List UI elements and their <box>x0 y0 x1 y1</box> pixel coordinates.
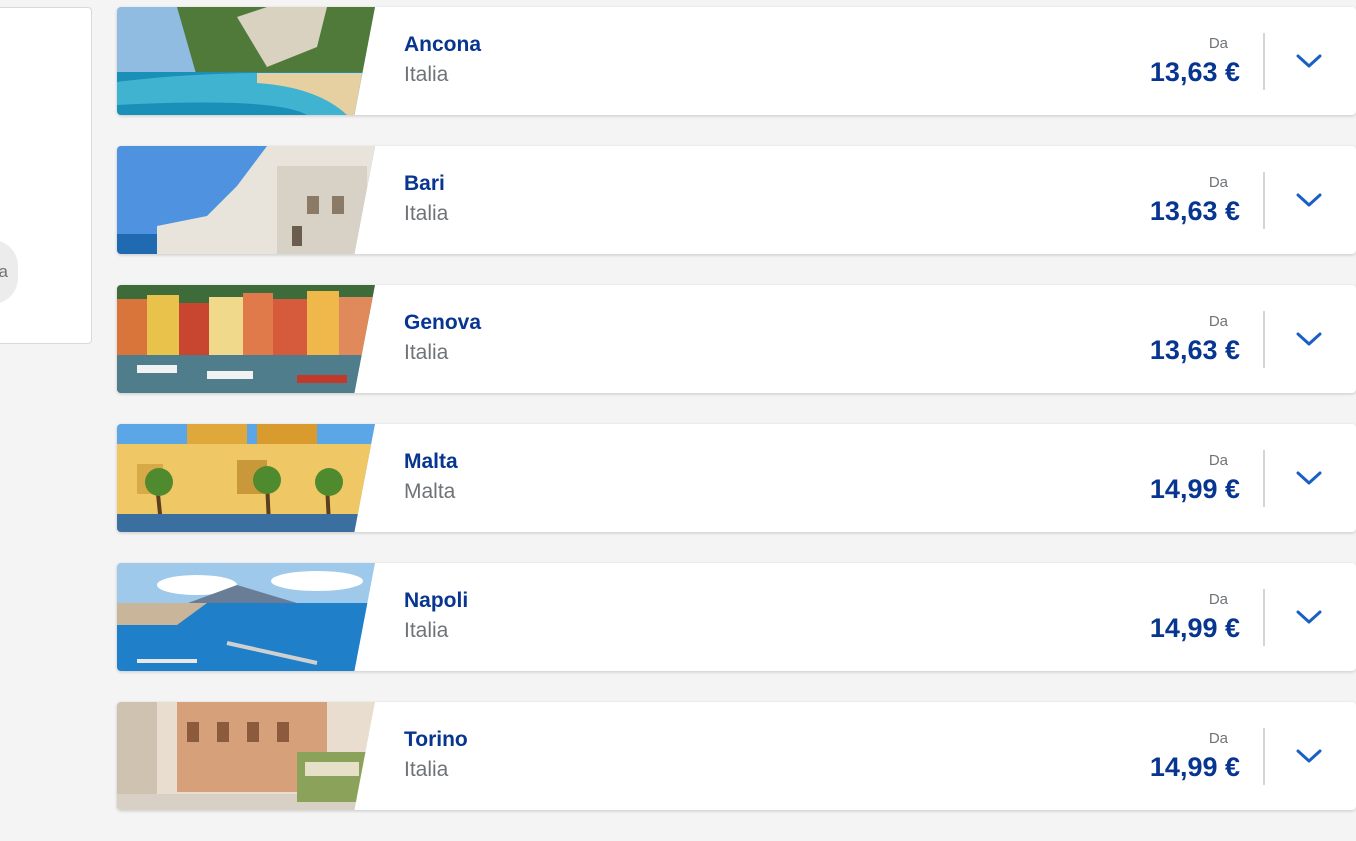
price-from-label: Da <box>1208 313 1228 330</box>
destination-country: Italia <box>404 341 449 364</box>
destination-country: Malta <box>404 480 456 503</box>
destination-card-bari[interactable]: Bari Italia Da 13,63 € <box>117 146 1356 254</box>
destination-photo <box>117 285 375 393</box>
destination-city: Ancona <box>404 33 482 56</box>
destination-card-ancona[interactable]: Ancona Italia Da 13,63 € <box>117 7 1356 115</box>
price-value: 14,99 € <box>1149 752 1240 782</box>
price-from-label: Da <box>1208 174 1228 191</box>
divider <box>1263 589 1265 646</box>
chevron-down-icon <box>1296 193 1322 207</box>
price-value: 14,99 € <box>1149 613 1240 643</box>
destination-list: Ancona Italia Da 13,63 € Bari Italia Da … <box>117 7 1356 841</box>
chevron-down-icon <box>1296 749 1322 763</box>
destination-photo <box>117 7 375 115</box>
expand-button[interactable] <box>1287 37 1331 85</box>
filter-panel <box>0 7 92 344</box>
destination-photo <box>117 702 375 810</box>
destination-city: Genova <box>404 311 482 334</box>
destination-photo <box>117 563 375 671</box>
price-from-label: Da <box>1208 35 1228 52</box>
chevron-down-icon <box>1296 610 1322 624</box>
destination-card-torino[interactable]: Torino Italia Da 14,99 € <box>117 702 1356 810</box>
destination-city: Napoli <box>404 589 469 612</box>
divider <box>1263 728 1265 785</box>
destination-country: Italia <box>404 63 449 86</box>
price-value: 13,63 € <box>1149 57 1240 87</box>
price-value: 13,63 € <box>1149 335 1240 365</box>
destination-city: Malta <box>404 450 458 473</box>
price-value: 13,63 € <box>1149 196 1240 226</box>
chevron-down-icon <box>1296 54 1322 68</box>
destination-country: Italia <box>404 758 449 781</box>
price-from-label: Da <box>1208 730 1228 747</box>
expand-button[interactable] <box>1287 593 1331 641</box>
price-value: 14,99 € <box>1149 474 1240 504</box>
destination-country: Italia <box>404 619 449 642</box>
divider <box>1263 33 1265 90</box>
destination-card-napoli[interactable]: Napoli Italia Da 14,99 € <box>117 563 1356 671</box>
destination-photo <box>117 424 375 532</box>
chevron-down-icon <box>1296 332 1322 346</box>
price-from-label: Da <box>1208 452 1228 469</box>
divider <box>1263 450 1265 507</box>
filter-chip-label: a <box>0 262 8 281</box>
destination-city: Bari <box>404 172 445 195</box>
destination-city: Torino <box>404 728 468 751</box>
destination-photo <box>117 146 375 254</box>
destination-country: Italia <box>404 202 449 225</box>
expand-button[interactable] <box>1287 454 1331 502</box>
destination-card-malta[interactable]: Malta Malta Da 14,99 € <box>117 424 1356 532</box>
chevron-down-icon <box>1296 471 1322 485</box>
expand-button[interactable] <box>1287 176 1331 224</box>
destination-card-genova[interactable]: Genova Italia Da 13,63 € <box>117 285 1356 393</box>
price-from-label: Da <box>1208 591 1228 608</box>
expand-button[interactable] <box>1287 315 1331 363</box>
expand-button[interactable] <box>1287 732 1331 780</box>
divider <box>1263 172 1265 229</box>
divider <box>1263 311 1265 368</box>
